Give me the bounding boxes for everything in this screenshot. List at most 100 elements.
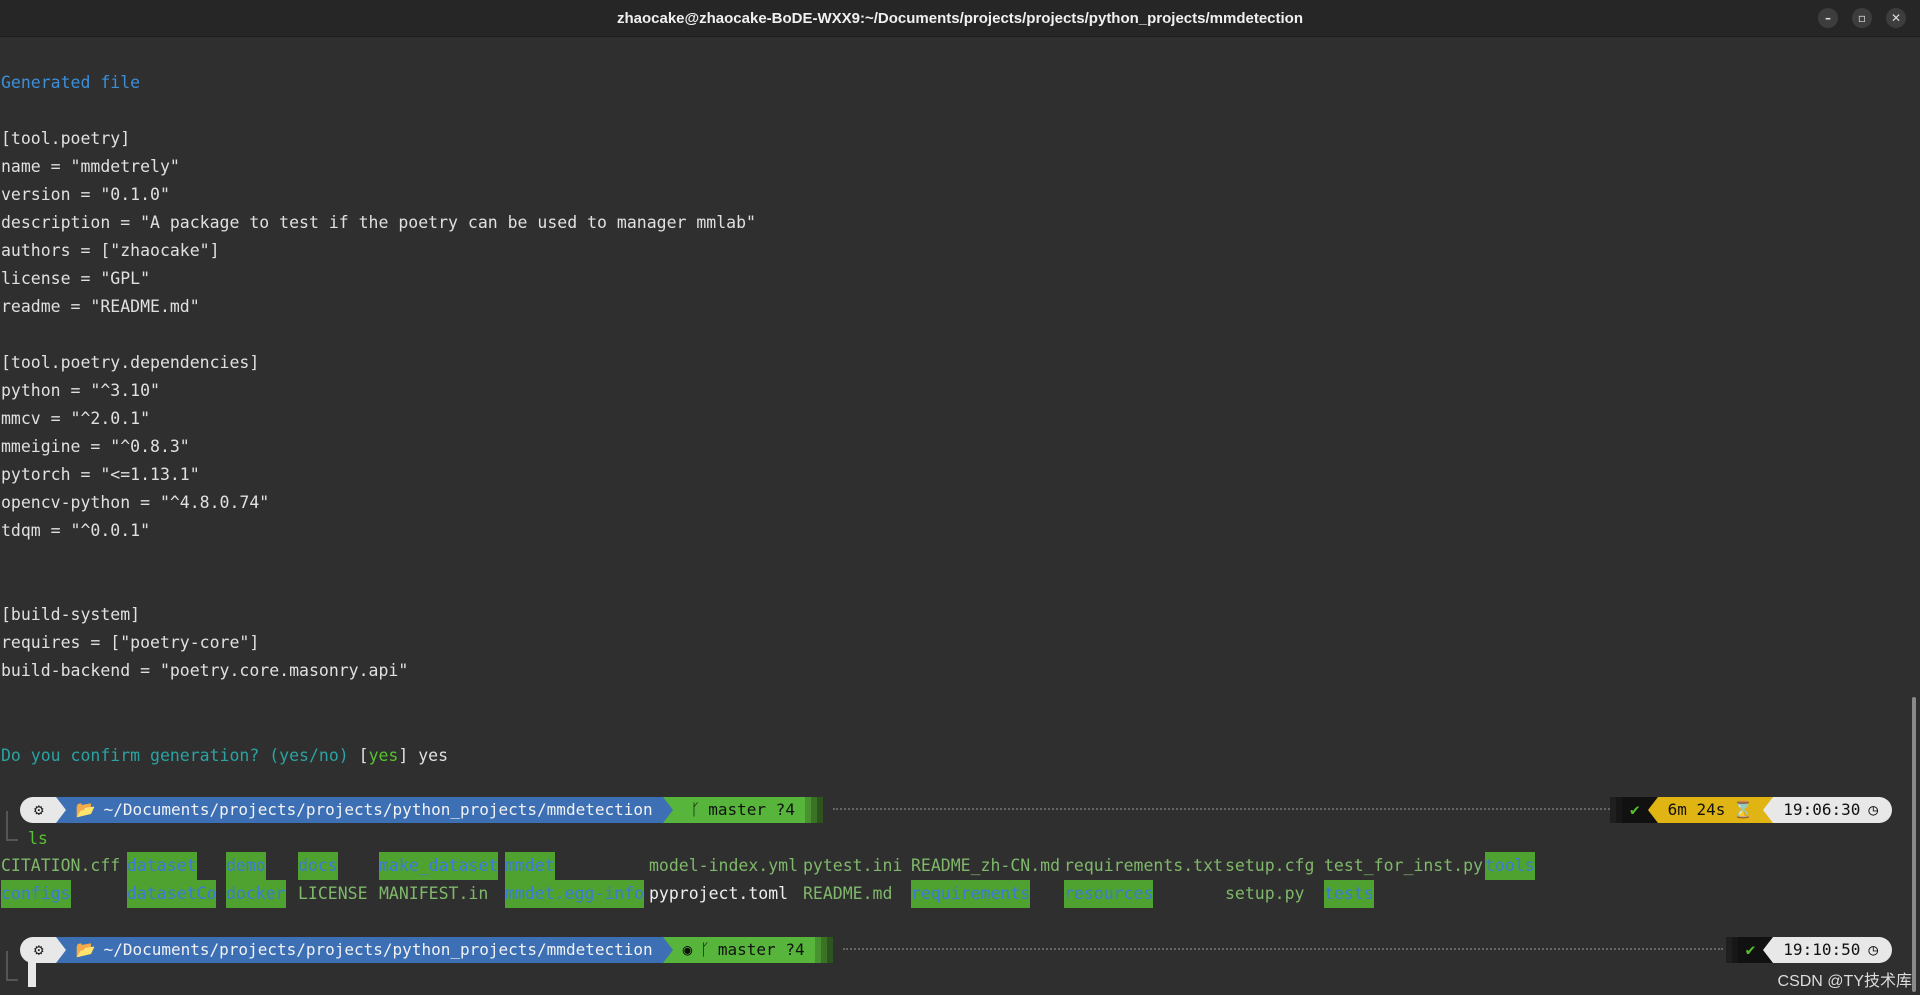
toml-line: readme = "README.md" [1,297,200,316]
prompt-path: ~/Documents/projects/projects/python_pro… [103,940,653,959]
confirm-question: Do you confirm generation? (yes/no) [1,746,359,765]
ls-file: README.md [803,884,893,903]
ls-directory: mmdet [505,852,555,880]
branch-icon: ᚴ [700,940,710,959]
os-icon: ⚙ [34,800,44,819]
scrollbar[interactable] [1912,697,1916,992]
prompt-right-1: ✔ 6m 24s ⌛ 19:06:30 ◷ [1609,797,1892,823]
ls-file: model-index.yml [649,856,799,875]
toml-line: [tool.poetry.dependencies] [1,353,260,372]
ls-directory: requirements [911,880,1031,908]
toml-line: mmeigine = "^0.8.3" [1,437,190,456]
time-segment: 19:10:50 ◷ [1773,937,1892,963]
prompt-bracket [6,811,18,841]
git-branch: master ?4 [708,800,795,819]
toml-line: version = "0.1.0" [1,185,170,204]
ls-file: README_zh-CN.md [911,856,1061,875]
text-cursor [28,957,36,987]
separator [662,797,673,823]
confirm-bracket-open: [ [358,746,369,765]
ls-directory: mmdet.egg-info [505,880,645,908]
ls-directory: tests [1324,880,1374,908]
clock-icon: ◷ [1868,940,1878,959]
prompt-path: ~/Documents/projects/projects/python_pro… [103,800,653,819]
github-icon: ◉ [682,940,693,959]
ls-directory: docker [226,880,286,908]
os-segment: ⚙ [20,937,56,963]
window-controls: – ▫ ✕ [1818,8,1906,28]
confirm-line: Do you confirm generation? (yes/no) [yes… [1,742,448,770]
ls-command: ls [28,829,48,848]
status-ok-icon: ✔ [1737,937,1764,963]
confirm-answer: yes [418,746,449,765]
ls-directory: demo [226,852,266,880]
toml-line: description = "A package to test if the … [1,213,756,232]
status-ok-icon: ✔ [1621,797,1648,823]
prompt-filler [832,808,1613,812]
toml-line: [build-system] [1,605,141,624]
duration-segment: 6m 24s ⌛ [1657,797,1764,823]
toml-line: build-backend = "poetry.core.masonry.api… [1,661,409,680]
ls-file: requirements.txt [1064,856,1223,875]
ls-file: test_for_inst.py [1324,856,1483,875]
separator [1763,937,1774,963]
prompt-left-1: ⚙ 📂 ~/Documents/projects/projects/python… [20,797,1613,823]
os-segment: ⚙ [20,797,56,823]
close-icon[interactable]: ✕ [1886,8,1906,28]
toml-line: name = "mmdetrely" [1,157,180,176]
time-value: 19:06:30 [1783,800,1861,819]
ls-directory: dataset [127,852,197,880]
minimize-icon[interactable]: – [1818,8,1838,28]
window-titlebar: zhaocake@zhaocake-BoDE-WXX9:~/Documents/… [0,0,1920,37]
fade-3 [826,937,833,963]
separator [55,797,66,823]
toml-line: pytorch = "<=1.13.1" [1,465,200,484]
toml-line: tdqm = "^0.0.1" [1,521,151,540]
toml-line: [tool.poetry] [1,129,131,148]
ls-directory: make_dataset [379,852,499,880]
prompt-filler [842,948,1723,952]
fade-3 [816,797,823,823]
toml-line: python = "^3.10" [1,381,160,400]
ls-file: pytest.ini [803,856,903,875]
ls-file: setup.py [1225,884,1305,903]
separator [1763,797,1774,823]
time-segment: 19:06:30 ◷ [1773,797,1892,823]
maximize-icon[interactable]: ▫ [1852,8,1872,28]
git-segment: ᚴ master ?4 [672,797,805,823]
terminal-output[interactable]: Generated file [tool.poetry] name = "mmde… [0,37,1920,995]
ls-directory: resources [1064,880,1154,908]
confirm-bracket-close: ] [398,746,419,765]
ls-directory: configs [1,880,71,908]
time-value: 19:10:50 [1783,940,1861,959]
separator [55,937,66,963]
toml-line: authors = ["zhaocake"] [1,241,220,260]
ls-directory: docs [298,852,338,880]
folder-icon: 📂 [75,800,96,819]
ls-file: pyproject.toml [649,884,789,903]
prompt-right-2: ✔ 19:10:50 ◷ [1725,937,1892,963]
separator [662,937,673,963]
duration-value: 6m 24s [1667,800,1726,819]
prompt-bracket [6,951,18,981]
git-branch: master ?4 [717,940,805,959]
generated-file-label: Generated file [1,73,141,92]
ls-file: LICENSE [298,884,368,903]
folder-icon: 📂 [75,940,96,959]
dir-segment: 📂 ~/Documents/projects/projects/python_p… [65,797,663,823]
separator [1647,797,1658,823]
ls-file: setup.cfg [1225,856,1315,875]
toml-line: license = "GPL" [1,269,151,288]
branch-icon: ᚴ [690,800,701,819]
ls-file: CITATION.cff [1,856,121,875]
confirm-default: yes [368,746,399,765]
toml-line: requires = ["poetry-core"] [1,633,260,652]
dir-segment: 📂 ~/Documents/projects/projects/python_p… [65,937,663,963]
watermark: CSDN @TY技术库 [1777,973,1912,990]
prompt-left-2: ⚙ 📂 ~/Documents/projects/projects/python… [20,937,1723,963]
ls-directory: datasetCo [127,880,217,908]
window-title: zhaocake@zhaocake-BoDE-WXX9:~/Documents/… [616,9,1304,27]
toml-line: opencv-python = "^4.8.0.74" [1,493,270,512]
ls-file: MANIFEST.in [379,884,489,903]
clock-icon: ◷ [1868,800,1878,819]
